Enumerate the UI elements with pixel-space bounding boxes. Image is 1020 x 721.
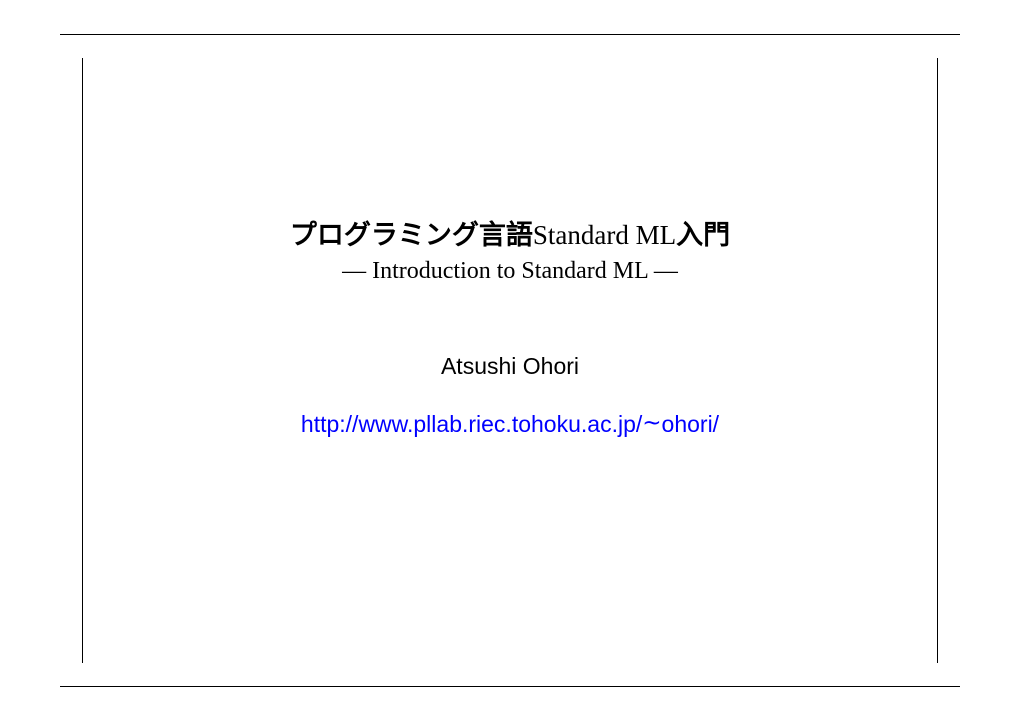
- top-rule: [60, 34, 960, 35]
- url-suffix: ohori/: [662, 411, 720, 437]
- title-en-mid: Standard ML: [533, 220, 676, 250]
- bottom-rule: [60, 686, 960, 687]
- url-tilde: ∼: [642, 410, 661, 435]
- title-main: プログラミング言語Standard ML入門: [290, 213, 730, 252]
- url-prefix: http://www.pllab.riec.tohoku.ac.jp/: [301, 411, 642, 437]
- slide-frame: プログラミング言語Standard ML入門 — Introduction to…: [82, 58, 938, 663]
- title-block: プログラミング言語Standard ML入門 — Introduction to…: [290, 213, 730, 285]
- title-jp-suffix: 入門: [676, 220, 730, 250]
- title-jp-prefix: プログラミング言語: [290, 220, 533, 250]
- author-name: Atsushi Ohori: [441, 353, 579, 380]
- subtitle: — Introduction to Standard ML —: [290, 258, 730, 285]
- author-url[interactable]: http://www.pllab.riec.tohoku.ac.jp/∼ohor…: [301, 410, 719, 438]
